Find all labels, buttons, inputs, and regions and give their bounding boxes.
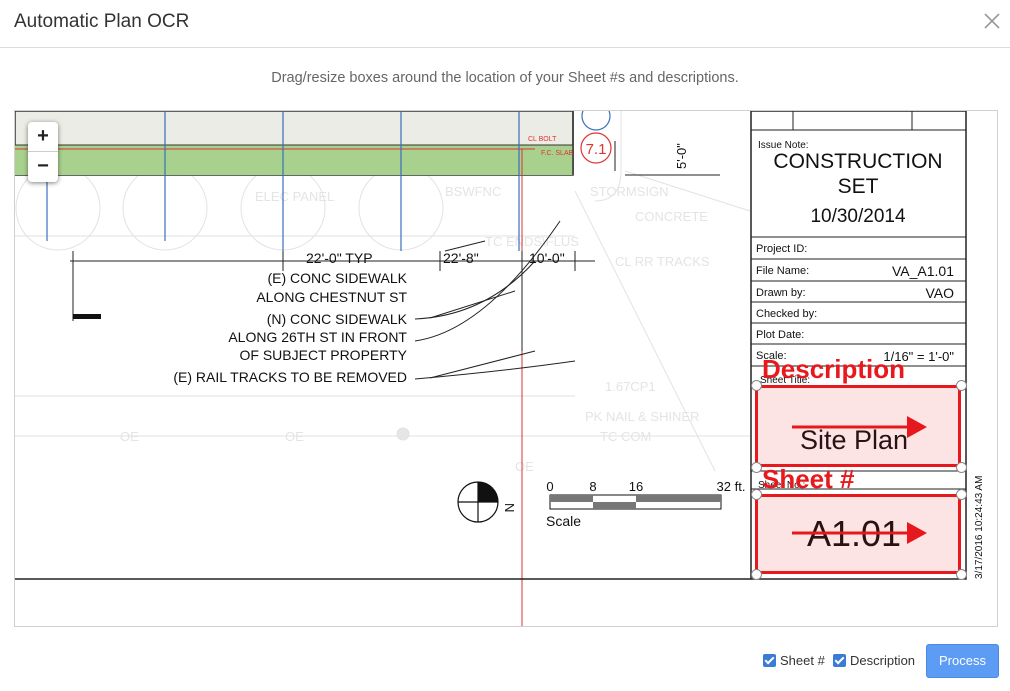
modal-header: Automatic Plan OCR [0,0,1010,48]
svg-text:CONCRETE: CONCRETE [635,209,708,224]
modal-title: Automatic Plan OCR [14,11,190,32]
resize-handle[interactable] [956,462,967,473]
plan-note: ALONG CHESTNUT ST [256,289,407,305]
description-checkbox-label: Description [850,653,916,668]
svg-text:CL RR TRACKS: CL RR TRACKS [615,254,710,269]
svg-text:BSWFNC: BSWFNC [445,184,501,199]
svg-text:File Name:: File Name: [756,265,809,277]
checkbox-checked-icon[interactable] [833,654,846,667]
scale-bar: 0 8 16 32 ft. Scale [546,479,745,529]
sheet-checkbox[interactable]: Sheet # [763,653,825,668]
zoom-out-button[interactable]: − [28,152,58,182]
svg-text:PK NAIL & SHINER: PK NAIL & SHINER [585,409,699,424]
resize-handle[interactable] [956,489,967,500]
zoom-in-button[interactable]: + [28,122,58,152]
svg-text:32 ft.: 32 ft. [717,479,746,494]
svg-text:TC COM: TC COM [600,429,651,444]
resize-handle[interactable] [751,489,762,500]
svg-text:Scale: Scale [546,513,581,529]
dimension-text: 22'-8" [443,250,479,266]
svg-text:1.67CP1: 1.67CP1 [605,379,656,394]
svg-text:ELEC PANEL: ELEC PANEL [255,189,334,204]
dimension-text: 10'-0" [529,250,565,266]
checkbox-checked-icon[interactable] [763,654,776,667]
svg-text:Project ID:: Project ID: [756,243,807,255]
plan-viewer[interactable]: + − ELEC PANEL BSWFNC STORMSIGN CONCRETE CL… [14,110,998,627]
svg-text:CONSTRUCTION: CONSTRUCTION [773,150,942,173]
grid-tag: 7.1 [586,141,607,158]
description-label: Description [762,354,906,384]
svg-text:OE: OE [285,429,304,444]
svg-text:Checked by:: Checked by: [756,308,817,320]
modal-footer: Sheet # Description Process [0,644,1010,684]
plan-note: ALONG 26TH ST IN FRONT [228,329,407,345]
svg-text:10/30/2014: 10/30/2014 [810,206,906,227]
fc-slab-callout: F.C. SLAB [541,150,574,157]
svg-text:0: 0 [546,479,553,494]
resize-handle[interactable] [956,569,967,580]
description-box[interactable] [755,385,961,467]
sheet-number-label: Sheet # [762,464,855,494]
svg-text:SET: SET [838,175,879,198]
svg-text:16: 16 [629,479,643,494]
sheet-number-box[interactable] [755,494,961,574]
plan-note: (E) RAIL TRACKS TO BE REMOVED [173,369,407,385]
svg-text:STORMSIGN: STORMSIGN [590,184,669,199]
north-label: N [502,503,517,512]
svg-text:8: 8 [589,479,596,494]
svg-text:TC ENDS\FLUS: TC ENDS\FLUS [485,234,579,249]
cl-bolt-callout: CL BOLT [528,136,557,143]
svg-text:OE: OE [120,429,139,444]
zoom-control: + − [28,122,58,182]
plan-note: (E) CONC SIDEWALK [268,270,408,286]
dimension-text: 5'-0" [674,143,689,169]
timestamp: 3/17/2016 10:24:43 AM [974,476,985,579]
description-checkbox[interactable]: Description [833,653,915,668]
svg-text:Drawn by:: Drawn by: [756,287,806,299]
instructions-text: Drag/resize boxes around the location of… [271,70,739,86]
svg-text:VAO: VAO [925,285,954,301]
sheet-checkbox-label: Sheet # [780,653,825,668]
svg-text:VA_A1.01: VA_A1.01 [892,263,954,279]
resize-handle[interactable] [751,462,762,473]
plan-note: (N) CONC SIDEWALK [267,311,408,327]
svg-text:Plot Date:: Plot Date: [756,329,804,341]
resize-handle[interactable] [751,569,762,580]
plan-note: OF SUBJECT PROPERTY [239,347,407,363]
north-arrow: N [457,481,517,523]
resize-handle[interactable] [751,380,762,391]
process-button[interactable]: Process [926,644,999,678]
svg-text:OE: OE [515,459,534,474]
dimension-text: 22'-0" TYP [306,250,373,266]
close-icon[interactable] [982,10,1002,32]
resize-handle[interactable] [956,380,967,391]
